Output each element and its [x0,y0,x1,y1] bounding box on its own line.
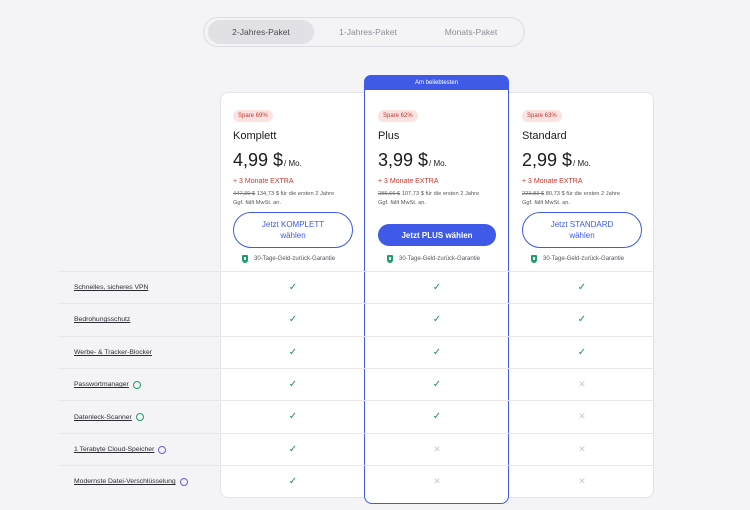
money-back-guarantee: 30-Tage-Geld-zurück-Garantie [387,255,480,263]
feature-label[interactable]: Bedrohungsschutz [74,316,130,323]
check-icon: ✓ [432,282,442,293]
most-popular-banner: Am beliebtesten [364,75,509,90]
feature-label[interactable]: Schnelles, sicheres VPN [74,284,148,291]
check-icon: ✓ [288,475,298,487]
check-icon: ✓ [288,346,298,358]
price-amount: 4,99 $ [233,150,284,170]
select-plus-button[interactable]: Jetzt PLUS wählen [378,224,496,246]
shield-icon [242,255,248,263]
plan-name: Komplett [233,130,277,142]
old-price: 223,83 $ [522,191,545,197]
feature-label[interactable]: Modernste Datei-Verschlüsselung [74,477,188,486]
price-unit: / Mo. [429,159,447,168]
price-detail-line1: 80,73 $ für die ersten 2 Jahre [544,191,621,197]
feature-label-text: Werbe- & Tracker-Blocker [74,348,153,356]
plan-name: Standard [522,130,567,142]
price-details: 223,83 $ 80,73 $ für die ersten 2 Jahre G… [522,190,662,208]
shield-icon [531,255,537,263]
check-icon: ✓ [432,411,442,423]
feature-label-text: Schnelles, sicheres VPN [74,284,149,291]
check-icon: ✓ [577,282,587,293]
plan-plus: Spare 62% Plus 3,99 $ / Mo. + 3 Monate EX… [378,104,518,208]
old-price: 285,66 $ [378,191,401,197]
tab-2-year[interactable]: 2-Jahres-Paket [208,20,314,44]
check-icon: ✓ [432,314,442,326]
check-icon: ✓ [288,411,298,423]
price-unit: / Mo. [284,159,302,168]
feature-label[interactable]: Werbe- & Tracker-Blocker [74,349,152,356]
price-detail-line1: 107,73 $ für die ersten 2 Jahre [400,191,480,197]
feature-row: Schnelles, sicheres VPN ✓ ✓ ✓ [58,271,654,303]
savings-badge: Spare 69% [233,110,273,122]
feature-row: Passwortmanager ✓ ✓ ✕ [58,367,654,400]
feature-row: Modernste Datei-Verschlüsselung ✓ ✕ ✕ [58,464,654,497]
money-back-guarantee: 30-Tage-Geld-zurück-Garantie [531,255,624,263]
cross-icon: ✕ [433,475,441,486]
old-price: 447,39 $ [233,191,256,197]
extra-months: + 3 Monate EXTRA [233,178,294,185]
cross-icon: ✕ [578,411,586,422]
cross-icon: ✕ [578,443,586,454]
price: 4,99 $ / Mo. [233,150,373,171]
vat-note: Ggf. fällt MwSt. an. [378,200,427,206]
check-icon: ✓ [288,282,298,293]
savings-badge: Spare 62% [378,110,418,122]
extra-months: + 3 Monate EXTRA [522,178,583,185]
cross-icon: ✕ [578,475,586,486]
cross-icon: ✕ [578,378,586,389]
price-details: 285,66 $ 107,73 $ für die ersten 2 Jahre… [378,190,518,208]
feature-row: Bedrohungsschutz ✓ ✓ ✓ [58,303,654,335]
feature-row: Datenleck-Scanner ✓ ✓ ✕ [58,400,654,432]
check-icon: ✓ [577,314,587,326]
price-detail-line1: 134,73 $ für die ersten 2 Jahre [255,191,335,197]
select-standard-button[interactable]: Jetzt STANDARD wählen [522,212,642,248]
feature-label-text: Datenleck-Scanner [74,413,132,421]
check-icon: ✓ [432,346,442,358]
feature-label[interactable]: 1 Terabyte Cloud-Speicher [74,445,167,454]
plan-duration-tabs: 2-Jahres-Paket 1-Jahres-Paket Monats-Pak… [203,17,525,47]
feature-label[interactable]: Passwortmanager [74,380,141,389]
select-komplett-button[interactable]: Jetzt KOMPLETT wählen [233,212,353,248]
money-back-guarantee: 30-Tage-Geld-zurück-Garantie [242,255,335,263]
feature-row: Werbe- & Tracker-Blocker ✓ ✓ ✓ [58,335,654,368]
check-icon: ✓ [432,378,442,390]
check-icon: ✓ [577,346,587,358]
plan-standard: Spare 63% Standard 2,99 $ / Mo. + 3 Monat… [522,104,662,208]
shield-icon [387,255,393,263]
extra-months: + 3 Monate EXTRA [378,178,439,185]
tab-monthly[interactable]: Monats-Paket [420,20,522,44]
price: 3,99 $ / Mo. [378,150,518,171]
feature-row: 1 Terabyte Cloud-Speicher ✓ ✕ ✕ [58,432,654,465]
guarantee-label: 30-Tage-Geld-zurück-Garantie [399,256,481,262]
feature-label-text: Bedrohungsschutz [74,316,131,324]
price-unit: / Mo. [573,159,591,168]
feature-label-text: Modernste Datei-Verschlüsselung [74,478,176,486]
guarantee-label: 30-Tage-Geld-zurück-Garantie [543,256,625,262]
price-amount: 2,99 $ [522,150,573,170]
addon-green-icon [135,413,144,422]
price: 2,99 $ / Mo. [522,150,662,171]
guarantee-label: 30-Tage-Geld-zurück-Garantie [254,256,336,262]
feature-label-text: 1 Terabyte Cloud-Speicher [74,446,155,453]
feature-label[interactable]: Datenleck-Scanner [74,413,144,422]
plan-komplett: Spare 69% Komplett 4,99 $ / Mo. + 3 Monat… [233,104,373,208]
check-icon: ✓ [288,378,298,390]
feature-label-text: Passwortmanager [74,381,129,389]
check-icon: ✓ [288,443,298,455]
check-icon: ✓ [288,314,298,326]
addon-green-icon [132,380,141,389]
plan-name: Plus [378,130,400,142]
price-amount: 3,99 $ [378,150,429,170]
cross-icon: ✕ [433,443,441,454]
addon-purple-icon [179,477,188,486]
vat-note: Ggf. fällt MwSt. an. [522,200,571,206]
savings-badge: Spare 63% [522,110,562,122]
tab-1-year[interactable]: 1-Jahres-Paket [317,20,419,44]
addon-purple-icon [158,445,167,454]
vat-note: Ggf. fällt MwSt. an. [233,200,282,206]
price-details: 447,39 $ 134,73 $ für die ersten 2 Jahre… [233,190,373,208]
